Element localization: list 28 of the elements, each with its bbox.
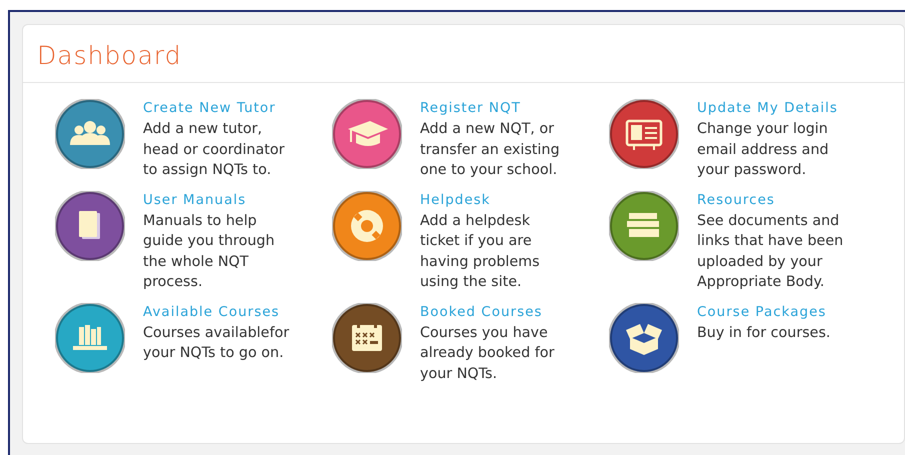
dashboard-link[interactable]: Available Courses: [143, 302, 280, 320]
item-description: Add a new tutor, head or coordinator to assign NQTs to.: [143, 120, 286, 180]
dashboard-link[interactable]: Course Packages: [697, 302, 826, 320]
books-stack-icon[interactable]: [609, 190, 679, 260]
calendar-icon[interactable]: [332, 302, 402, 372]
bookshelf-icon[interactable]: [55, 302, 125, 372]
item-description: Manuals to help guide you through the whole NQT process.: [143, 212, 276, 292]
item-description: Courses availablefor your NQTs to go on.: [143, 324, 290, 363]
graduation-cap-icon[interactable]: [332, 99, 402, 169]
id-card-icon[interactable]: [609, 99, 679, 169]
item-description: Change your login email address and your password.: [697, 120, 830, 180]
lifebuoy-icon[interactable]: [332, 190, 402, 260]
dashboard-link[interactable]: Create New Tutor: [143, 99, 276, 117]
item-description: See documents and links that have been uploaded by your Appropriate Body.: [697, 212, 844, 292]
book-icon[interactable]: [55, 190, 125, 260]
dashboard-link[interactable]: Register NQT: [420, 99, 521, 117]
people-icon[interactable]: [55, 99, 125, 169]
dashboard-link[interactable]: Booked Courses: [420, 302, 542, 320]
dashboard-title: Dashboard: [37, 41, 182, 70]
dashboard-link[interactable]: Helpdesk: [420, 190, 491, 208]
dashboard-link[interactable]: Resources: [697, 190, 775, 208]
item-description: Add a helpdesk ticket if you are having problems using the site.: [420, 212, 541, 292]
item-description: Add a new NQT, or transfer an existing one to your school.: [420, 120, 561, 180]
dashboard-link[interactable]: Update My Details: [697, 99, 838, 117]
item-description: Courses you have already booked for your NQTs.: [420, 324, 556, 384]
item-description: Buy in for courses.: [697, 324, 832, 342]
box-icon[interactable]: [609, 302, 679, 372]
dashboard-link[interactable]: User Manuals: [143, 190, 246, 208]
